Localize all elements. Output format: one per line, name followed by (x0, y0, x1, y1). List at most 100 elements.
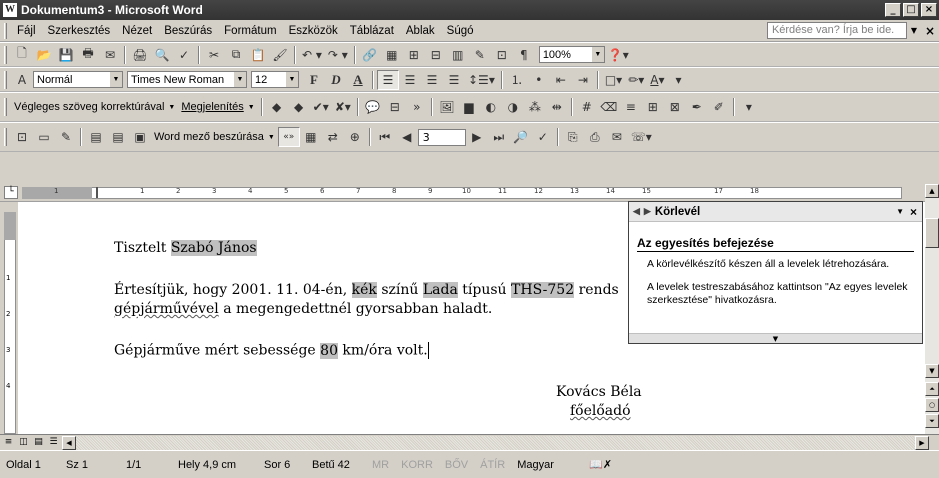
match-fields-icon[interactable]: ⇄ (322, 127, 344, 147)
status-extend[interactable]: BŐV (439, 459, 474, 471)
forward-icon[interactable]: ▶ (644, 206, 651, 217)
menu-help[interactable]: Súgó (441, 25, 480, 37)
style-combo[interactable]: Normál ▼ (33, 71, 123, 88)
insert-greeting-icon[interactable]: ▤ (107, 127, 129, 147)
scroll-more-icon[interactable]: ▼ (629, 333, 922, 343)
table-draw-icon[interactable]: # (576, 97, 598, 117)
cell-align-icon[interactable]: ⊠ (664, 97, 686, 117)
copy-icon[interactable]: ⧉ (225, 45, 247, 65)
scroll-down-icon[interactable]: ▼ (925, 364, 939, 378)
menubar-grip[interactable] (4, 22, 7, 39)
menu-insert[interactable]: Beszúrás (158, 25, 218, 37)
previous-change-icon[interactable]: ◆ (266, 97, 288, 117)
line-style-icon[interactable]: ≡ (620, 97, 642, 117)
open-icon[interactable]: 📂 (33, 45, 55, 65)
show-hide-icon[interactable]: ¶ (513, 45, 535, 65)
menu-view[interactable]: Nézet (116, 25, 158, 37)
merge-to-printer-icon[interactable]: ⎙ (584, 127, 606, 147)
merge-icon[interactable]: ◑ (502, 97, 524, 117)
font-combo[interactable]: Times New Roman ▼ (127, 71, 247, 88)
merge-to-fax-icon[interactable]: ☏▾ (628, 127, 655, 147)
eraser-icon[interactable]: ⌫ (598, 97, 620, 117)
highlight-icon[interactable]: ✏▾ (625, 70, 647, 90)
record-number-input[interactable]: 3 (417, 128, 466, 146)
decrease-indent-icon[interactable]: ⇤ (550, 70, 572, 90)
minimize-button[interactable]: _ (885, 3, 901, 17)
spelling-icon[interactable]: ✓ (173, 45, 195, 65)
menu-format[interactable]: Formátum (218, 25, 282, 37)
line-spacing-icon[interactable]: ↕☰▾ (465, 70, 498, 90)
last-record-icon[interactable]: ⏭ (488, 127, 510, 147)
show-menu[interactable]: Megjelenítés ▼ (178, 99, 257, 116)
print-icon[interactable]: 🖨 (129, 45, 151, 65)
status-record-macro[interactable]: MR (366, 459, 395, 471)
main-document-setup-icon[interactable]: ⊡ (11, 127, 33, 147)
pen-color-icon[interactable]: ✒ (686, 97, 708, 117)
cut-icon[interactable]: ✂ (203, 45, 225, 65)
document-map-icon[interactable]: ⊡ (491, 45, 513, 65)
outline-view-icon[interactable]: ☰ (47, 436, 60, 449)
next-record-icon[interactable]: ▶ (466, 127, 488, 147)
toolbar-grip[interactable] (4, 45, 7, 64)
columns-icon[interactable]: ▥ (447, 45, 469, 65)
menu-table[interactable]: Táblázat (344, 25, 400, 37)
distribute-icon[interactable]: ⁂ (524, 97, 546, 117)
autofit-icon[interactable]: ⇹ (546, 97, 568, 117)
help-dropdown-icon[interactable]: ▼ (907, 26, 921, 35)
menu-edit[interactable]: Szerkesztés (42, 25, 117, 37)
insert-excel-icon[interactable]: ⊟ (425, 45, 447, 65)
paste-icon[interactable]: 📋 (247, 45, 269, 65)
reject-change-icon[interactable]: ✘▾ (332, 97, 354, 117)
back-icon[interactable]: ◀ (633, 206, 640, 217)
propagate-labels-icon[interactable]: ⊕ (344, 127, 366, 147)
previous-page-icon[interactable]: ⏶ (925, 382, 939, 396)
chevron-down-icon[interactable]: ▼ (168, 104, 175, 111)
chevron-down-icon[interactable]: ▼ (590, 47, 604, 62)
normal-view-icon[interactable]: ≡ (2, 436, 15, 449)
chevron-down-icon[interactable]: ▼ (248, 104, 255, 111)
tab-selector-icon[interactable]: └ (4, 186, 18, 199)
scroll-up-icon[interactable]: ▲ (925, 184, 939, 198)
insert-picture-icon[interactable]: 🖼 (436, 97, 458, 117)
browse-object-icon[interactable]: ○ (925, 398, 939, 412)
check-errors-icon[interactable]: ✓ (532, 127, 554, 147)
numbering-icon[interactable]: ⒈ (506, 70, 528, 90)
task-pane-menu-icon[interactable]: ▼ (896, 207, 904, 216)
close-document-icon[interactable]: × (925, 24, 935, 38)
permission-icon[interactable]: 🖶 (77, 45, 99, 65)
vertical-ruler[interactable]: 1 2 3 4 (0, 202, 18, 434)
maximize-button[interactable]: □ (903, 3, 919, 17)
status-track-changes[interactable]: KORR (395, 459, 439, 471)
redo-icon[interactable]: ↷ ▾ (325, 45, 351, 65)
chart-icon[interactable]: ▆ (458, 97, 480, 117)
print-view-icon[interactable]: ▤ (32, 436, 45, 449)
format-painter-icon[interactable]: 🖌 (269, 45, 291, 65)
align-left-icon[interactable]: ☰ (377, 69, 399, 90)
styles-pane-icon[interactable]: A (11, 70, 33, 90)
accept-change-icon[interactable]: ✔▾ (310, 97, 332, 117)
next-page-icon[interactable]: ⏷ (925, 414, 939, 428)
insert-word-field-menu[interactable]: Word mező beszúrása ▼ (151, 129, 278, 146)
track-changes-icon[interactable]: ⊟ (384, 97, 406, 117)
shading-icon[interactable]: ◐ (480, 97, 502, 117)
bullets-icon[interactable]: • (528, 70, 550, 90)
chevron-down-icon[interactable]: ▼ (109, 72, 122, 87)
borders-icon[interactable]: □▾ (602, 70, 625, 90)
scroll-thumb[interactable] (925, 218, 939, 248)
status-overtype[interactable]: ÁTÍR (474, 459, 511, 471)
word-app-icon[interactable]: W (3, 3, 17, 17)
tables-borders-icon[interactable]: ▦ (381, 45, 403, 65)
justify-icon[interactable]: ☰ (443, 70, 465, 90)
undo-icon[interactable]: ↶ ▾ (299, 45, 325, 65)
align-center-icon[interactable]: ☰ (399, 70, 421, 90)
menu-file[interactable]: Fájl (11, 25, 42, 37)
align-right-icon[interactable]: ☰ (421, 70, 443, 90)
display-for-review-combo[interactable]: Végleges szöveg korrektúrával ▼ (11, 99, 178, 116)
insert-address-block-icon[interactable]: ▤ (85, 127, 107, 147)
horizontal-ruler[interactable]: └ 1 1 2 3 4 5 6 7 8 9 10 11 12 13 14 15 … (0, 184, 925, 202)
previous-record-icon[interactable]: ◀ (396, 127, 418, 147)
pencil-icon[interactable]: ✐ (708, 97, 730, 117)
toolbar-grip[interactable] (4, 128, 7, 146)
view-merged-data-button[interactable]: «» (277, 127, 300, 147)
print-preview-icon[interactable]: 🔍 (151, 45, 173, 65)
